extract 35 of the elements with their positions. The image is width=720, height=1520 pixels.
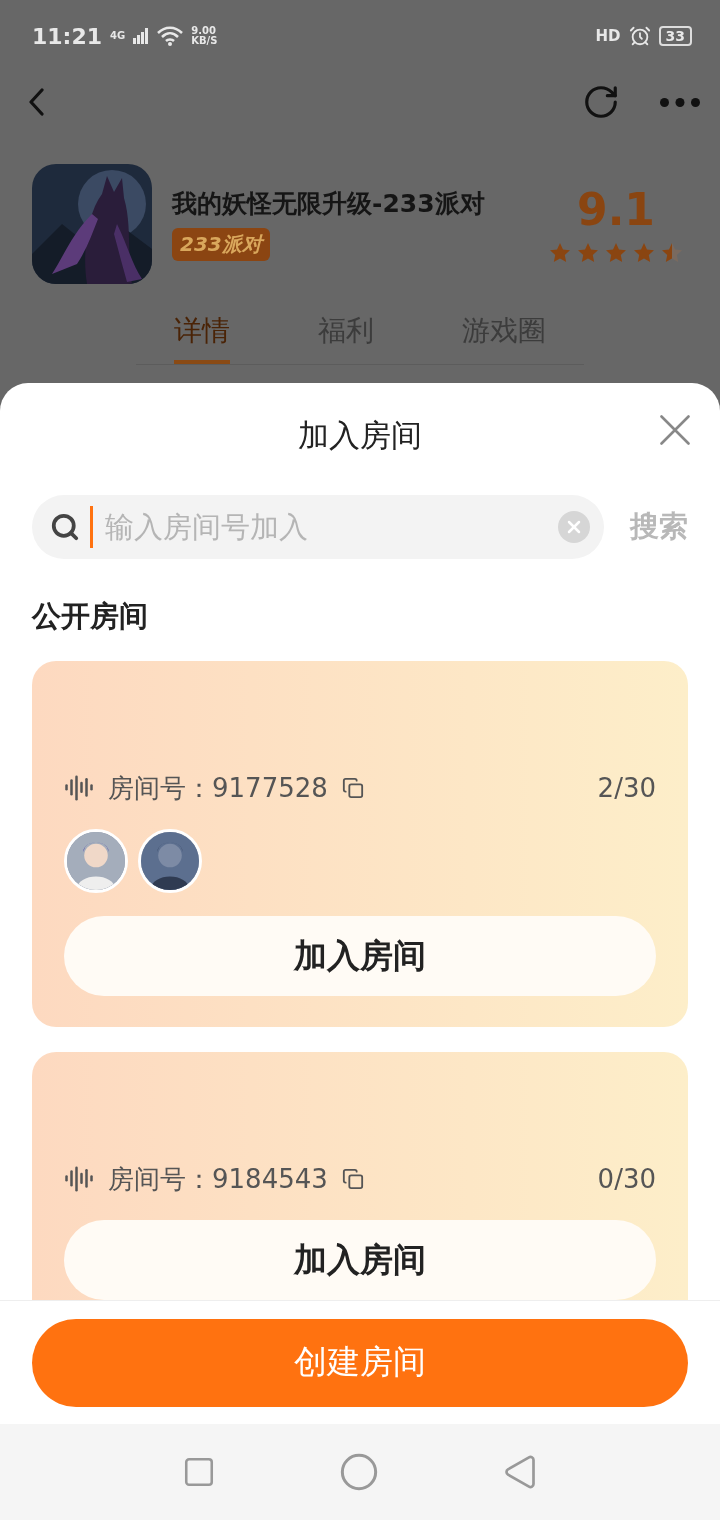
join-button[interactable]: 加入房间 bbox=[64, 916, 656, 996]
battery-level: 33 bbox=[658, 26, 692, 46]
tab[interactable]: 详情 bbox=[174, 312, 230, 364]
network-type: 4G bbox=[110, 31, 126, 41]
sheet-title: 加入房间 bbox=[298, 416, 422, 455]
alarm-icon bbox=[628, 25, 651, 47]
more-icon[interactable] bbox=[660, 97, 700, 107]
search-bar[interactable]: 输入房间号加入 bbox=[32, 495, 604, 559]
share-button[interactable] bbox=[582, 83, 620, 121]
rating-score: 9.1 bbox=[577, 183, 655, 235]
hd-indicator: HD bbox=[595, 27, 621, 45]
close-icon[interactable] bbox=[660, 415, 690, 445]
voice-icon bbox=[64, 773, 94, 803]
wifi-icon bbox=[157, 26, 184, 46]
voice-icon bbox=[64, 1164, 94, 1194]
home-button[interactable] bbox=[339, 1452, 379, 1492]
create-room-button[interactable]: 创建房间 bbox=[32, 1318, 688, 1407]
speed-unit: KB/S bbox=[191, 36, 218, 46]
member-count: 2/30 bbox=[597, 773, 656, 803]
game-title: 我的妖怪无限升级-233派对 bbox=[172, 188, 486, 220]
join-button[interactable]: 加入房间 bbox=[64, 1220, 656, 1300]
back-icon[interactable] bbox=[28, 88, 44, 116]
speed-value: 9.00 bbox=[191, 26, 217, 36]
signal-icon bbox=[133, 28, 150, 44]
copy-button[interactable] bbox=[341, 1168, 364, 1190]
search-icon bbox=[50, 512, 80, 542]
status-time: 11:21 bbox=[32, 23, 103, 49]
search-button[interactable]: 搜索 bbox=[630, 507, 688, 547]
search-input[interactable]: 输入房间号加入 bbox=[103, 509, 548, 545]
room-number: 房间号：9184543 bbox=[108, 1162, 328, 1196]
platform-tag: 233派对 bbox=[172, 228, 270, 261]
member-count: 0/30 bbox=[597, 1164, 656, 1194]
copy-button[interactable] bbox=[341, 777, 364, 799]
room-number: 房间号：9177528 bbox=[108, 771, 328, 805]
section-title: 公开房间 bbox=[30, 598, 149, 635]
